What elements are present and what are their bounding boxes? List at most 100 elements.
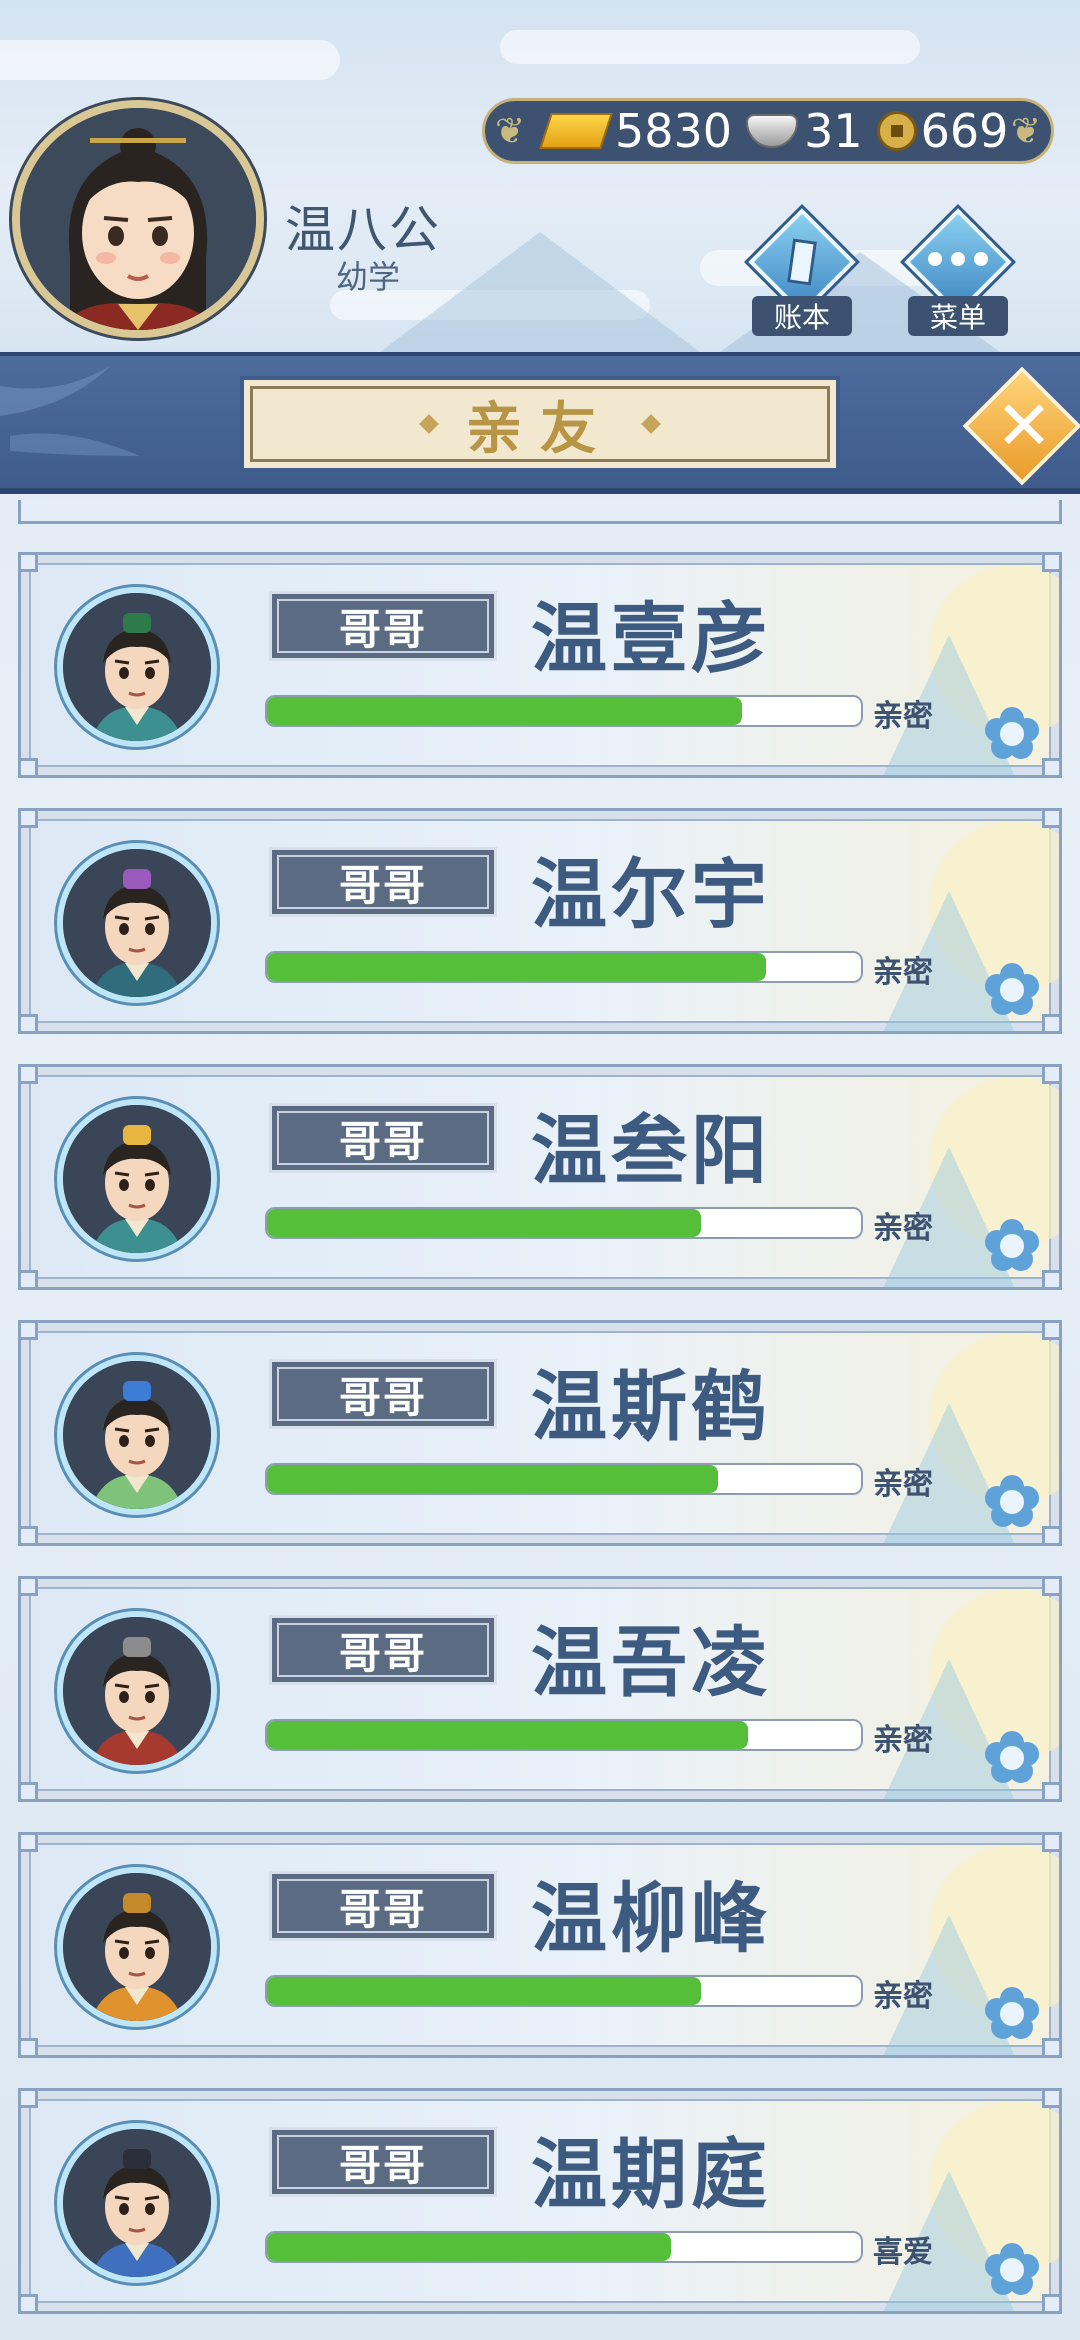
corner-ornament <box>21 2091 38 2108</box>
friend-avatar[interactable] <box>57 1611 217 1771</box>
more-dots-icon <box>928 252 988 268</box>
plum-flower-icon <box>985 1219 1039 1273</box>
affinity-status: 亲密 <box>873 699 933 734</box>
corner-ornament <box>1042 555 1059 572</box>
currency-bar: ❦ 5830 31 669 ❦ <box>482 98 1054 164</box>
silver-ingot-icon <box>746 114 799 148</box>
friend-card[interactable]: 哥哥 温吾凌 亲密 <box>18 1576 1062 1802</box>
title-plaque: 亲友 <box>240 376 840 472</box>
relation-badge: 哥哥 <box>269 1871 497 1941</box>
plum-flower-icon <box>985 1987 1039 2041</box>
affinity-bar-fill <box>267 1977 701 2005</box>
list-item-partial <box>18 500 1062 524</box>
title-bar: 亲友 ✕ <box>0 352 1080 494</box>
player-avatar[interactable] <box>12 100 264 338</box>
affinity-bar <box>265 2231 863 2263</box>
relation-badge: 哥哥 <box>269 1359 497 1429</box>
friend-portrait-icon <box>63 1873 211 2021</box>
ledger-label: 账本 <box>752 296 852 336</box>
friend-card[interactable]: 哥哥 温叁阳 亲密 <box>18 1064 1062 1290</box>
friend-name: 温柳峰 <box>531 1874 771 1963</box>
gold-ingot-icon <box>539 113 613 149</box>
affinity-status: 亲密 <box>873 1467 933 1502</box>
friend-name: 温叁阳 <box>531 1106 771 1195</box>
silver-amount: 31 <box>804 104 863 158</box>
corner-ornament <box>1042 1835 1059 1852</box>
corner-ornament <box>1042 758 1059 775</box>
corner-ornament <box>21 1526 38 1543</box>
player-rank: 幼学 <box>336 258 401 296</box>
plum-flower-icon <box>985 707 1039 761</box>
affinity-bar <box>265 1463 863 1495</box>
friend-avatar[interactable] <box>57 2123 217 2283</box>
corner-ornament <box>1042 1526 1059 1543</box>
friend-avatar[interactable] <box>57 587 217 747</box>
close-icon[interactable]: ✕ <box>986 382 1062 470</box>
leaf-ornament-icon: ❦ <box>1010 111 1041 152</box>
corner-ornament <box>1042 1014 1059 1031</box>
top-header: 温八公 幼学 ❦ 5830 31 669 ❦ 账本 菜单 <box>0 0 1080 352</box>
affinity-status: 亲密 <box>873 1979 933 2014</box>
friend-avatar[interactable] <box>57 1355 217 1515</box>
affinity-bar-fill <box>267 2233 671 2261</box>
friend-card[interactable]: 哥哥 温壹彦 亲密 <box>18 552 1062 778</box>
corner-ornament <box>21 2038 38 2055</box>
corner-ornament <box>1042 1323 1059 1340</box>
corner-ornament <box>21 758 38 775</box>
friend-portrait-icon <box>63 1617 211 1765</box>
relation-badge: 哥哥 <box>269 1615 497 1685</box>
leaf-ornament-icon: ❦ <box>495 111 526 152</box>
friend-portrait-icon <box>63 849 211 997</box>
friend-avatar[interactable] <box>57 843 217 1003</box>
corner-ornament <box>1042 1270 1059 1287</box>
affinity-bar-fill <box>267 953 766 981</box>
affinity-status: 亲密 <box>873 1211 933 1246</box>
ledger-button[interactable]: 账本 <box>742 208 862 338</box>
friend-card[interactable]: 哥哥 温柳峰 亲密 <box>18 1832 1062 2058</box>
affinity-bar-fill <box>267 697 743 725</box>
friend-name: 温吾凌 <box>531 1618 771 1707</box>
affinity-bar <box>265 1719 863 1751</box>
corner-ornament <box>21 1014 38 1031</box>
corner-ornament <box>1042 2038 1059 2055</box>
friend-portrait-icon <box>63 1105 211 1253</box>
gold-amount: 5830 <box>615 104 733 158</box>
friend-name: 温尔宇 <box>531 850 771 939</box>
affinity-bar <box>265 1975 863 2007</box>
cloud-decoration <box>500 30 920 64</box>
corner-ornament <box>21 1270 38 1287</box>
friend-card[interactable]: 哥哥 温期庭 喜爱 <box>18 2088 1062 2314</box>
menu-button[interactable]: 菜单 <box>898 208 1018 338</box>
friend-portrait-icon <box>63 1361 211 1509</box>
plum-flower-icon <box>985 963 1039 1017</box>
relation-badge: 哥哥 <box>269 847 497 917</box>
friend-name: 温斯鹤 <box>531 1362 771 1451</box>
friend-card[interactable]: 哥哥 温斯鹤 亲密 <box>18 1320 1062 1546</box>
friend-card[interactable]: 哥哥 温尔宇 亲密 <box>18 808 1062 1034</box>
plum-flower-icon <box>985 1731 1039 1785</box>
cloud-decoration <box>0 40 340 80</box>
corner-ornament <box>1042 1579 1059 1596</box>
affinity-status: 喜爱 <box>873 2235 933 2270</box>
affinity-bar-fill <box>267 1465 719 1493</box>
friend-avatar[interactable] <box>57 1867 217 2027</box>
corner-ornament <box>21 1323 38 1340</box>
affinity-status: 亲密 <box>873 1723 933 1758</box>
relation-badge: 哥哥 <box>269 1103 497 1173</box>
plum-flower-icon <box>985 2243 1039 2297</box>
menu-label: 菜单 <box>908 296 1008 336</box>
plum-flower-icon <box>985 1475 1039 1529</box>
friend-portrait-icon <box>63 2129 211 2277</box>
corner-ornament <box>21 555 38 572</box>
friend-list[interactable]: 哥哥 温壹彦 亲密 哥哥 温尔宇 亲密 哥哥 温叁阳 亲密 哥哥 温斯鹤 亲密 … <box>0 500 1080 2340</box>
corner-ornament <box>21 1782 38 1799</box>
affinity-bar-fill <box>267 1721 749 1749</box>
corner-ornament <box>1042 1782 1059 1799</box>
friend-portrait-icon <box>63 593 211 741</box>
affinity-status: 亲密 <box>873 955 933 990</box>
friend-name: 温壹彦 <box>531 594 771 683</box>
affinity-bar <box>265 1207 863 1239</box>
corner-ornament <box>1042 1067 1059 1084</box>
corner-ornament <box>21 1835 38 1852</box>
friend-avatar[interactable] <box>57 1099 217 1259</box>
